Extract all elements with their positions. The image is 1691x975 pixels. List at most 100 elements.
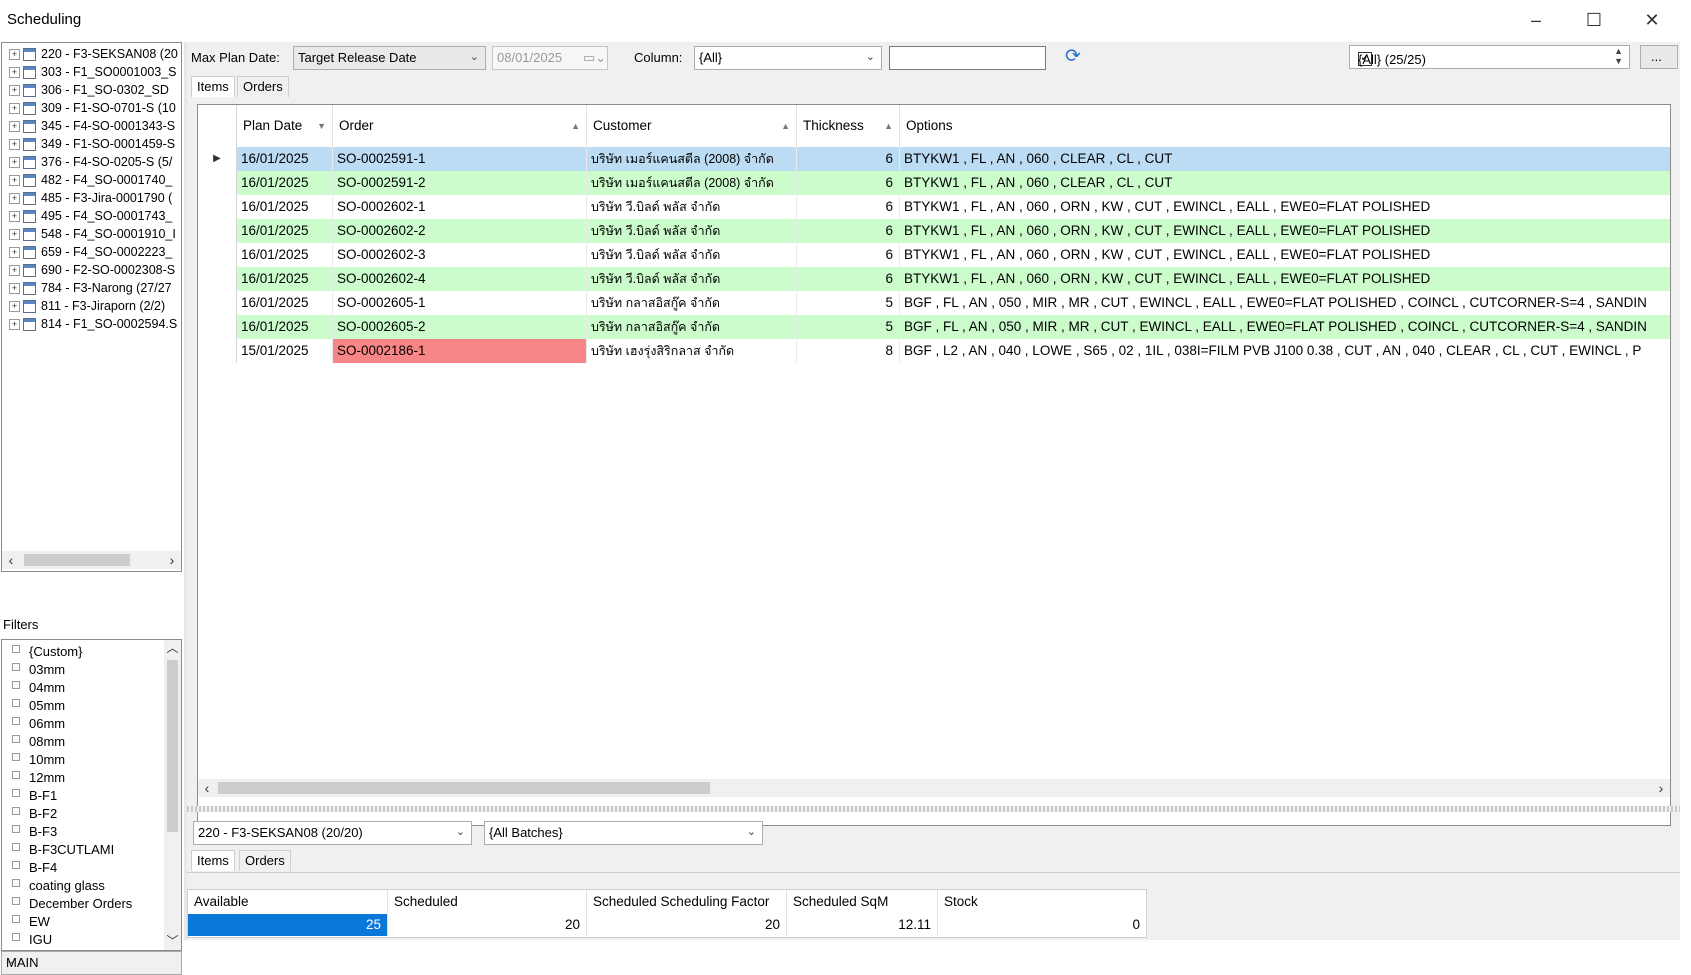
summary-value-stock[interactable]: 0 <box>938 914 1146 936</box>
scroll-thumb[interactable] <box>167 660 178 832</box>
expand-icon[interactable]: + <box>9 67 20 79</box>
checkbox-icon[interactable] <box>12 753 20 761</box>
tree-item[interactable]: +485 - F3-Jira-0001790 ( <box>2 189 172 207</box>
cell-order[interactable]: SO-0002605-1 <box>333 291 587 315</box>
table-row[interactable]: 16/01/2025 SO-0002602-2 บริษัท วี.บิลด์ … <box>198 219 1670 243</box>
scroll-left-icon[interactable]: ‹ <box>198 779 216 797</box>
expand-icon[interactable]: + <box>9 175 20 187</box>
expand-icon[interactable]: + <box>9 265 20 277</box>
cell-options[interactable]: BGF , L2 , AN , 040 , LOWE , S65 , 02 , … <box>900 339 1670 363</box>
cell-plan-date[interactable]: 16/01/2025 <box>237 171 333 195</box>
tab-orders[interactable]: Orders <box>239 850 291 871</box>
max-plan-date-picker[interactable]: 08/01/2025 ▭⌄ <box>492 46 608 70</box>
cell-options[interactable]: BTYKW1 , FL , AN , 060 , ORN , KW , CUT … <box>900 195 1670 219</box>
cell-options[interactable]: BGF , FL , AN , 050 , MIR , MR , CUT , E… <box>900 291 1670 315</box>
summary-value-available[interactable]: 25 <box>188 914 388 936</box>
tree-item[interactable]: +220 - F3-SEKSAN08 (20 <box>2 45 178 63</box>
checkbox-icon[interactable] <box>12 645 20 653</box>
cell-customer[interactable]: บริษัท กลาสอิสกู๊ค จำกัด <box>587 315 797 339</box>
tree-item[interactable]: +303 - F1_SO0001003_S <box>2 63 177 81</box>
tree-item[interactable]: +495 - F4_SO-0001743_ <box>2 207 172 225</box>
expand-icon[interactable]: + <box>9 211 20 223</box>
tree-horizontal-scrollbar[interactable]: ‹ › <box>2 551 181 569</box>
cell-plan-date[interactable]: 16/01/2025 <box>237 291 333 315</box>
cell-plan-date[interactable]: 16/01/2025 <box>237 267 333 291</box>
expand-icon[interactable]: + <box>9 193 20 205</box>
column-header-options[interactable]: Options <box>900 105 1670 147</box>
cell-options[interactable]: BTYKW1 , FL , AN , 060 , ORN , KW , CUT … <box>900 219 1670 243</box>
batch-tree[interactable]: +220 - F3-SEKSAN08 (20 +303 - F1_SO00010… <box>1 42 182 572</box>
horizontal-splitter[interactable] <box>187 806 1680 812</box>
expand-icon[interactable]: + <box>9 157 20 169</box>
column-header-plan-date[interactable]: Plan Date ▼ <box>237 105 333 147</box>
checkbox-icon[interactable] <box>12 717 20 725</box>
cell-thickness[interactable]: 6 <box>797 171 900 195</box>
expand-icon[interactable]: + <box>9 247 20 259</box>
tab-items[interactable]: Items <box>191 76 235 97</box>
checkbox-icon[interactable] <box>12 843 20 851</box>
cell-order[interactable]: SO-0002602-3 <box>333 243 587 267</box>
checkbox-icon[interactable] <box>12 789 20 797</box>
column-header-thickness[interactable]: Thickness ▲ <box>797 105 900 147</box>
cell-order-overdue[interactable]: SO-0002186-1 <box>333 339 587 363</box>
tree-item[interactable]: +309 - F1-SO-0701-S (10 <box>2 99 176 117</box>
summary-value-scheduled[interactable]: 20 <box>388 914 587 936</box>
table-row[interactable]: 16/01/2025 SO-0002591-2 บริษัท เมอร์แคนส… <box>198 171 1670 195</box>
scroll-up-icon[interactable]: ︿ <box>164 640 181 657</box>
filter-item[interactable]: IGU <box>12 931 52 949</box>
cell-plan-date[interactable]: 16/01/2025 <box>237 243 333 267</box>
cell-plan-date[interactable]: 16/01/2025 <box>237 219 333 243</box>
tab-orders[interactable]: Orders <box>237 76 289 97</box>
checkbox-icon[interactable] <box>12 897 20 905</box>
cell-plan-date[interactable]: 16/01/2025 <box>237 147 333 171</box>
checkbox-icon[interactable] <box>12 771 20 779</box>
grid-horizontal-scrollbar[interactable]: ‹ › <box>198 779 1670 797</box>
cell-customer[interactable]: บริษัท วี.บิลด์ พลัส จำกัด <box>587 267 797 291</box>
minimize-button[interactable]: – <box>1513 6 1559 34</box>
cell-customer[interactable]: บริษัท วี.บิลด์ พลัส จำกัด <box>587 219 797 243</box>
scroll-thumb[interactable] <box>24 554 130 566</box>
tree-item[interactable]: +482 - F4_SO-0001740_ <box>2 171 172 189</box>
expand-icon[interactable]: + <box>9 139 20 151</box>
filter-item[interactable]: 03mm <box>12 661 65 679</box>
filter-item[interactable]: 12mm <box>12 769 65 787</box>
tree-item[interactable]: +306 - F1_SO-0302_SD <box>2 81 169 99</box>
tree-item[interactable]: +784 - F3-Narong (27/27 <box>2 279 172 297</box>
table-row[interactable]: ▶ 16/01/2025 SO-0002591-1 บริษัท เมอร์แค… <box>198 147 1670 171</box>
tree-item[interactable]: +814 - F1_SO-0002594.S <box>2 315 177 333</box>
refresh-icon[interactable]: ⟳ <box>1063 47 1083 67</box>
row-header[interactable] <box>198 195 237 219</box>
checkbox-icon[interactable] <box>12 663 20 671</box>
filter-item[interactable]: {Custom} <box>12 643 82 661</box>
filter-item[interactable]: 06mm <box>12 715 65 733</box>
filter-item[interactable]: B-F1 <box>12 787 57 805</box>
checkbox-icon[interactable] <box>12 735 20 743</box>
expand-icon[interactable]: + <box>9 121 20 133</box>
tree-item[interactable]: +376 - F4-SO-0205-S (5/ <box>2 153 172 171</box>
cell-order[interactable]: SO-0002591-2 <box>333 171 587 195</box>
row-indicator-icon[interactable]: ▶ <box>198 147 237 171</box>
tree-item[interactable]: +548 - F4_SO-0001910_I <box>2 225 176 243</box>
date-mode-select[interactable]: Target Release Date ⌄ <box>293 46 486 70</box>
scroll-left-icon[interactable]: ‹ <box>2 551 20 569</box>
cell-customer[interactable]: บริษัท กลาสอิสกู๊ค จำกัด <box>587 291 797 315</box>
all-filter-spinner[interactable]: ✓ {All} (25/25) ▲ ▼ <box>1349 45 1630 69</box>
scroll-right-icon[interactable]: › <box>1652 779 1670 797</box>
checkbox-icon[interactable] <box>12 861 20 869</box>
row-header[interactable] <box>198 243 237 267</box>
filter-item[interactable]: B-F2 <box>12 805 57 823</box>
row-header[interactable] <box>198 339 237 363</box>
tree-item[interactable]: +349 - F1-SO-0001459-S <box>2 135 175 153</box>
filters-vertical-scrollbar[interactable]: ︿ ﹀ <box>164 640 181 950</box>
spinner-arrows-icon[interactable]: ▲ ▼ <box>1614 46 1623 66</box>
expand-icon[interactable]: + <box>9 103 20 115</box>
cell-order[interactable]: SO-0002602-1 <box>333 195 587 219</box>
table-row[interactable]: 15/01/2025 SO-0002186-1 บริษัท เฮงรุ่งสิ… <box>198 339 1670 363</box>
filter-item[interactable]: 10mm <box>12 751 65 769</box>
filter-item[interactable]: 04mm <box>12 679 65 697</box>
checkbox-icon[interactable] <box>12 915 20 923</box>
expand-icon[interactable]: + <box>9 85 20 97</box>
filter-item[interactable]: EW <box>12 913 50 931</box>
tab-items[interactable]: Items <box>191 850 235 871</box>
cell-plan-date[interactable]: 16/01/2025 <box>237 195 333 219</box>
